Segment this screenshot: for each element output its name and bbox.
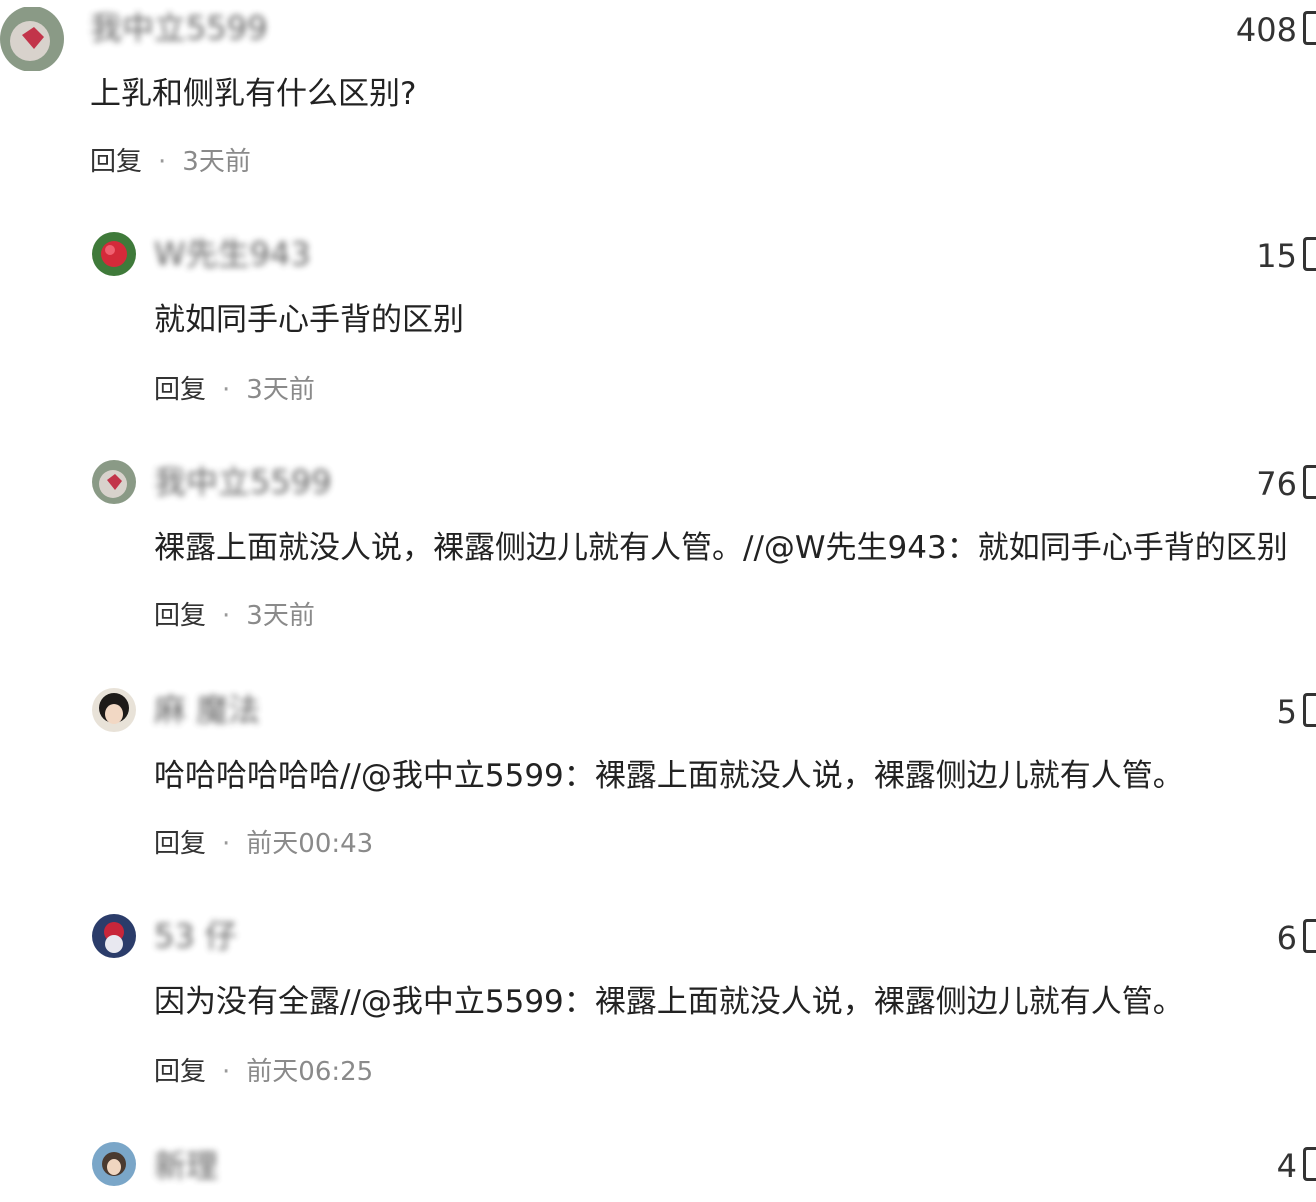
comment-item: 我中立5599 408 上乳和侧乳有什么区别? 回复 · 3天前 (0, 0, 1316, 200)
reply-button[interactable]: 回复 (154, 829, 206, 859)
comment-text: 就如同手心手背的区别 (154, 302, 464, 338)
like-icon[interactable] (1303, 237, 1316, 271)
like-count[interactable]: 15 (1256, 236, 1316, 276)
timestamp: 前天06:25 (246, 1057, 374, 1087)
like-count[interactable]: 6 (1277, 918, 1316, 958)
reply-item: 麻 魔法 5 哈哈哈哈哈哈//@我中立5599：裸露上面就没人说，裸露侧边儿就有… (0, 684, 1316, 884)
reply-button[interactable]: 回复 (154, 601, 206, 631)
username[interactable]: 53 仔 (154, 916, 237, 956)
user-avatar[interactable] (92, 232, 136, 276)
like-count[interactable]: 408 (1236, 10, 1316, 50)
separator-dot: · (222, 601, 231, 631)
username[interactable]: W先生943 (154, 234, 311, 274)
reply-button[interactable]: 回复 (154, 375, 206, 405)
comment-meta: 回复 · 3天前 (154, 372, 315, 408)
reply-item: 我中立5599 76 裸露上面就没人说，裸露侧边儿就有人管。//@W先生943：… (0, 456, 1316, 656)
user-avatar[interactable] (92, 460, 136, 504)
like-icon[interactable] (1303, 919, 1316, 953)
comment-meta: 回复 · 前天00:43 (154, 826, 373, 862)
comment-text: 上乳和侧乳有什么区别? (90, 76, 417, 112)
comment-meta: 回复 · 3天前 (154, 598, 315, 634)
user-avatar[interactable] (92, 1142, 136, 1186)
timestamp: 前天00:43 (246, 829, 374, 859)
user-avatar[interactable] (92, 688, 136, 732)
username[interactable]: 麻 魔法 (154, 690, 260, 730)
separator-dot: · (222, 1057, 231, 1087)
username[interactable]: 新理 (154, 1146, 218, 1186)
username[interactable]: 我中立5599 (90, 8, 267, 48)
like-count[interactable]: 76 (1256, 464, 1316, 504)
comment-text: 哈哈哈哈哈哈//@我中立5599：裸露上面就没人说，裸露侧边儿就有人管。 (154, 758, 1184, 794)
comment-text: 因为没有全露//@我中立5599：裸露上面就没人说，裸露侧边儿就有人管。 (154, 984, 1184, 1020)
like-count[interactable]: 5 (1277, 692, 1316, 732)
like-icon[interactable] (1303, 465, 1316, 499)
like-count[interactable]: 4 (1277, 1146, 1316, 1186)
comment-meta: 回复 · 前天06:25 (154, 1054, 373, 1090)
timestamp: 3天前 (246, 375, 315, 405)
comment-meta: 回复 · 3天前 (90, 144, 251, 180)
like-icon[interactable] (1303, 1147, 1316, 1181)
reply-button[interactable]: 回复 (90, 147, 142, 177)
user-avatar[interactable] (0, 6, 64, 72)
reply-item: 53 仔 6 因为没有全露//@我中立5599：裸露上面就没人说，裸露侧边儿就有… (0, 910, 1316, 1110)
like-icon[interactable] (1303, 693, 1316, 727)
comment-text: 裸露上面就没人说，裸露侧边儿就有人管。//@W先生943：就如同手心手背的区别 (154, 530, 1288, 566)
separator-dot: · (158, 147, 167, 177)
separator-dot: · (222, 829, 231, 859)
reply-item: W先生943 15 就如同手心手背的区别 回复 · 3天前 (0, 228, 1316, 428)
timestamp: 3天前 (246, 601, 315, 631)
separator-dot: · (222, 375, 231, 405)
reply-button[interactable]: 回复 (154, 1057, 206, 1087)
user-avatar[interactable] (92, 914, 136, 958)
username[interactable]: 我中立5599 (154, 462, 331, 502)
like-icon[interactable] (1303, 11, 1316, 45)
reply-item: 新理 4 (0, 1138, 1316, 1202)
timestamp: 3天前 (182, 147, 251, 177)
